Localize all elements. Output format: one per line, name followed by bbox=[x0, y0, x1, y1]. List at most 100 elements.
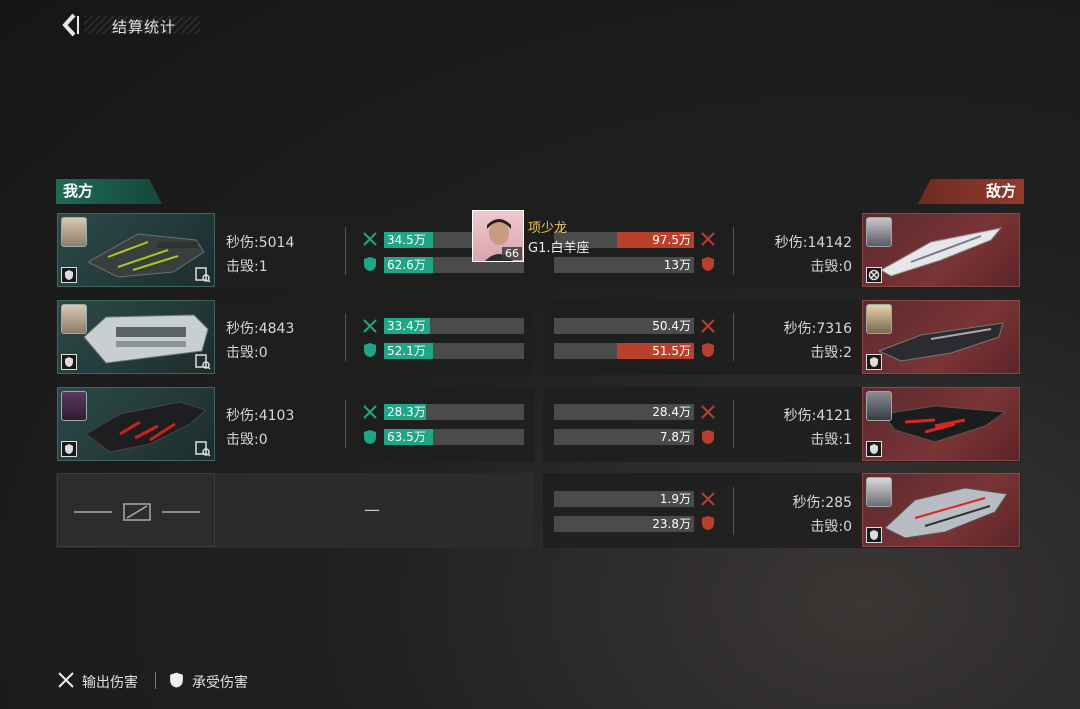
swords-icon bbox=[701, 492, 715, 506]
ally-ship-card[interactable] bbox=[57, 300, 215, 374]
damage-out-bar: 28.3万 bbox=[384, 404, 524, 420]
divider bbox=[733, 313, 734, 361]
dps-label: 秒伤: bbox=[783, 321, 817, 337]
page-title: 结算统计 bbox=[112, 18, 177, 36]
swords-icon bbox=[363, 319, 377, 333]
shield-icon bbox=[870, 357, 878, 367]
legend-damage-out: 输出伤害 bbox=[82, 675, 138, 691]
dps-label: 秒伤: bbox=[226, 235, 259, 251]
dps-value: 4843 bbox=[258, 321, 295, 337]
divider bbox=[345, 313, 346, 361]
bar-value: 1.9万 bbox=[659, 492, 691, 506]
dps-value: 4103 bbox=[258, 408, 295, 424]
pilot-level: 66 bbox=[502, 247, 522, 260]
bar-value: 51.5万 bbox=[652, 344, 691, 358]
damage-out-bar: 50.4万 bbox=[554, 318, 694, 334]
pilot-portrait bbox=[61, 304, 87, 334]
damage-taken-bar: 13万 bbox=[554, 257, 694, 273]
shield-icon bbox=[870, 530, 878, 540]
ship-image bbox=[877, 322, 1004, 362]
defense-badge bbox=[61, 354, 77, 370]
pilot-constellation: G1.白羊座 bbox=[528, 241, 590, 256]
dps-value: 14142 bbox=[807, 235, 852, 251]
defense-badge bbox=[61, 267, 77, 283]
enemy-ship-card[interactable] bbox=[862, 213, 1020, 287]
class-badge bbox=[866, 267, 882, 283]
kills-label: 击毁: bbox=[226, 345, 259, 361]
empty-dash: — bbox=[364, 500, 380, 519]
shield-icon bbox=[364, 343, 376, 357]
kills-stat: 击毁:1 bbox=[810, 429, 852, 449]
team-ours-banner: 我方 bbox=[56, 179, 162, 204]
dps-value: 285 bbox=[825, 495, 852, 511]
dps-stat: 秒伤:14142 bbox=[775, 232, 852, 252]
ship-image bbox=[884, 487, 1008, 539]
shield-icon bbox=[870, 444, 878, 454]
dps-label: 秒伤: bbox=[226, 321, 259, 337]
detail-button[interactable] bbox=[195, 267, 211, 283]
ally-ship-card[interactable] bbox=[57, 213, 215, 287]
damage-taken-bar: 52.1万 bbox=[384, 343, 524, 359]
back-button[interactable] bbox=[58, 12, 84, 38]
swords-icon bbox=[363, 232, 377, 246]
ship-image bbox=[86, 233, 205, 278]
kills-stat: 击毁:0 bbox=[810, 516, 852, 536]
bar-value: 13万 bbox=[663, 258, 691, 272]
swords-icon bbox=[701, 232, 715, 246]
empty-slot-icon bbox=[74, 503, 200, 521]
ally-ship-card[interactable] bbox=[57, 387, 215, 461]
kills-stat: 击毁:0 bbox=[810, 256, 852, 276]
damage-taken-bar: 51.5万 bbox=[554, 343, 694, 359]
inspect-icon bbox=[195, 267, 211, 283]
detail-button[interactable] bbox=[195, 354, 211, 370]
bar-value: 52.1万 bbox=[387, 344, 426, 358]
bar-value: 7.8万 bbox=[659, 430, 691, 444]
pilot-portrait bbox=[866, 217, 892, 247]
kills-stat: 击毁:2 bbox=[810, 342, 852, 362]
kills-value: 0 bbox=[843, 259, 852, 275]
shield-icon bbox=[364, 257, 376, 271]
kills-value: 1 bbox=[843, 432, 852, 448]
kills-label: 击毁: bbox=[810, 432, 844, 448]
divider bbox=[733, 400, 734, 448]
defense-badge bbox=[866, 527, 882, 543]
dps-label: 秒伤: bbox=[226, 408, 259, 424]
kills-value: 1 bbox=[258, 259, 268, 275]
shield-icon bbox=[65, 270, 73, 280]
enemy-ship-card[interactable] bbox=[862, 387, 1020, 461]
inspect-icon bbox=[195, 354, 211, 370]
kills-value: 0 bbox=[258, 345, 268, 361]
ship-image bbox=[880, 227, 1003, 277]
ship-image bbox=[882, 405, 1007, 443]
dps-value: 4121 bbox=[816, 408, 852, 424]
ship-image bbox=[83, 314, 209, 364]
legend-damage-taken: 承受伤害 bbox=[192, 675, 248, 691]
kills-label: 击毁: bbox=[810, 345, 844, 361]
damage-taken-bar: 7.8万 bbox=[554, 429, 694, 445]
pilot-portrait bbox=[866, 477, 892, 507]
defense-badge bbox=[61, 441, 77, 457]
shield-icon bbox=[65, 357, 73, 367]
damage-out-bar: 33.4万 bbox=[384, 318, 524, 334]
target-icon bbox=[868, 269, 880, 281]
damage-taken-bar: 23.8万 bbox=[554, 516, 694, 532]
shield-icon bbox=[170, 672, 183, 688]
damage-out-bar: 1.9万 bbox=[554, 491, 694, 507]
kills-label: 击毁: bbox=[810, 519, 844, 535]
bar-value: 28.3万 bbox=[387, 405, 426, 419]
shield-icon bbox=[702, 257, 714, 271]
bar-value: 28.4万 bbox=[652, 405, 691, 419]
ship-image bbox=[85, 401, 208, 453]
kills-value: 2 bbox=[843, 345, 852, 361]
dps-label: 秒伤: bbox=[774, 235, 808, 251]
enemy-ship-card[interactable] bbox=[862, 473, 1020, 547]
kills-stat: 击毁:1 bbox=[226, 256, 268, 276]
empty-ship-slot[interactable] bbox=[57, 473, 215, 547]
enemy-ship-card[interactable] bbox=[862, 300, 1020, 374]
chevron-left-icon bbox=[62, 13, 79, 37]
swords-icon bbox=[701, 405, 715, 419]
kills-label: 击毁: bbox=[226, 259, 259, 275]
shield-icon bbox=[702, 430, 714, 444]
detail-button[interactable] bbox=[195, 441, 211, 457]
dps-label: 秒伤: bbox=[783, 408, 817, 424]
